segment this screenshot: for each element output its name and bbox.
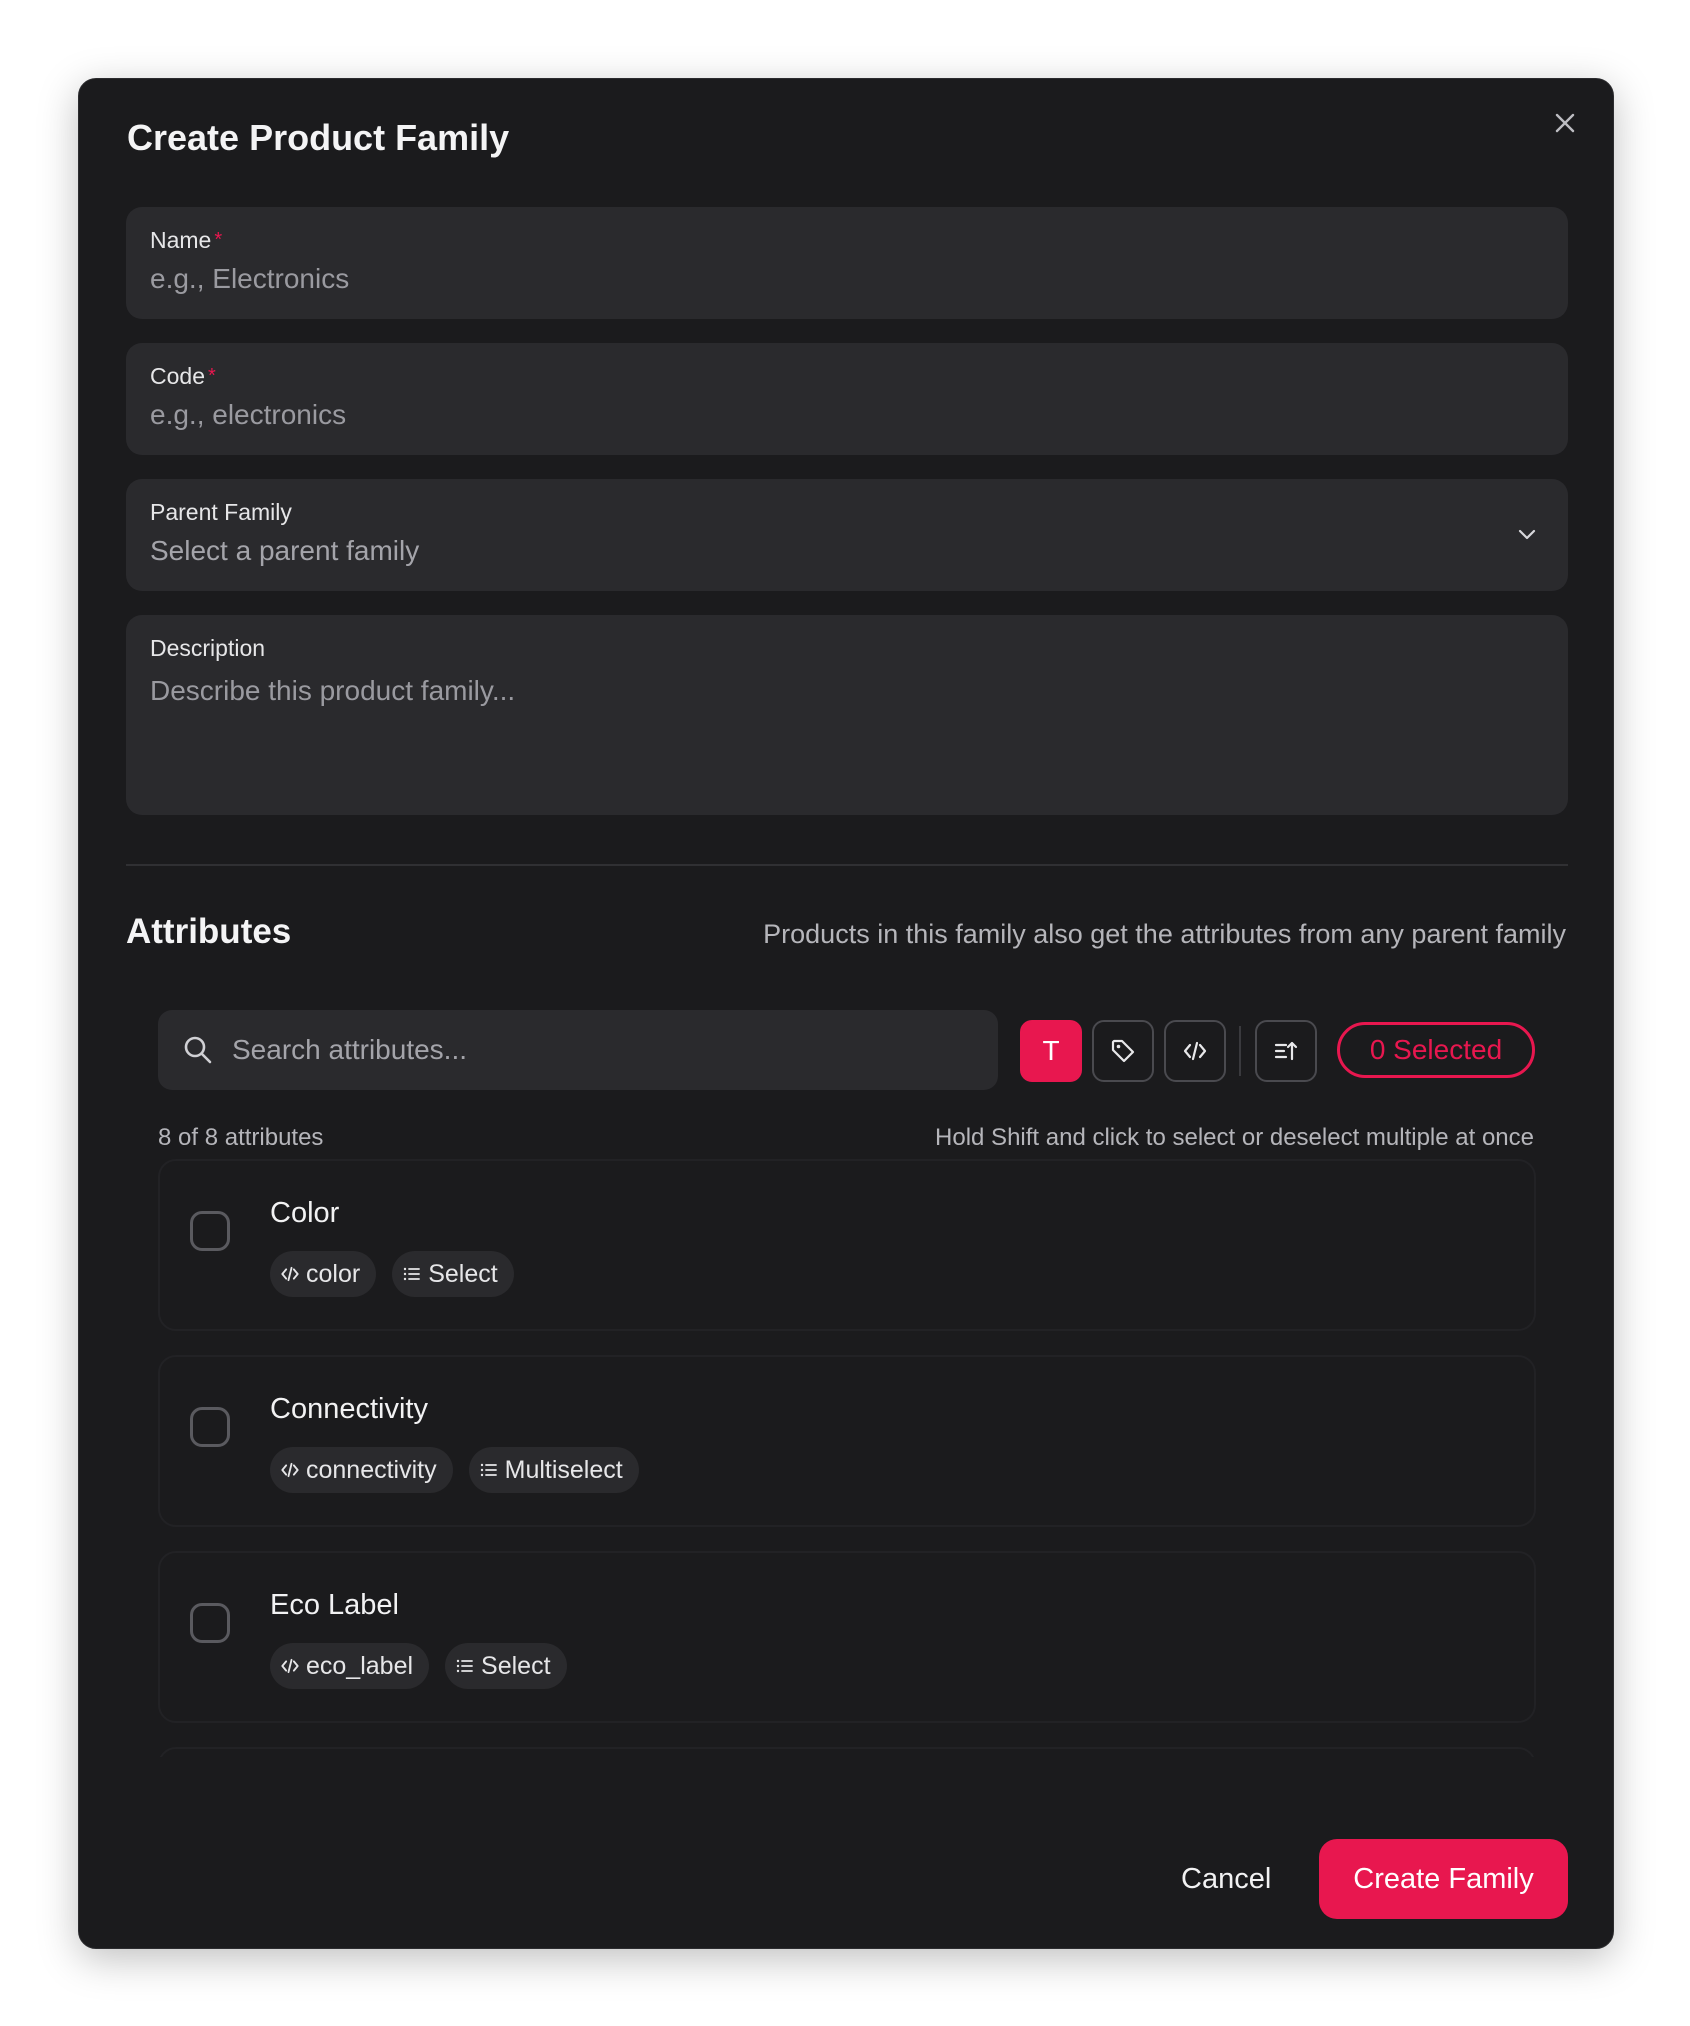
attribute-type-tag: Select — [445, 1643, 567, 1689]
attribute-count: 8 of 8 attributes — [158, 1124, 324, 1151]
attribute-item[interactable]: Color color Select — [158, 1159, 1536, 1331]
parent-family-label: Parent Family — [150, 499, 292, 525]
description-label: Description — [150, 635, 266, 661]
code-label: Code — [150, 363, 205, 389]
attribute-checkbox[interactable] — [190, 1603, 230, 1643]
attribute-name: Eco Label — [270, 1589, 399, 1621]
code-field: Code * — [126, 343, 1568, 455]
section-divider — [126, 864, 1568, 866]
tag-filter-button[interactable] — [1092, 1020, 1154, 1082]
list-icon — [403, 1267, 421, 1281]
close-button[interactable] — [1543, 101, 1587, 145]
tag-icon — [1111, 1039, 1135, 1063]
code-filter-button[interactable] — [1164, 1020, 1226, 1082]
attribute-item[interactable]: Connectivity connectivity Multiselect — [158, 1355, 1536, 1527]
create-product-family-dialog: Create Product Family Name* Code* Parent… — [78, 78, 1614, 1949]
name-label: Name — [150, 227, 212, 253]
code-input[interactable] — [150, 397, 1544, 433]
parent-family-select[interactable]: Parent Family Select a parent family — [126, 479, 1568, 591]
required-marker: * — [207, 365, 216, 387]
list-icon — [480, 1463, 497, 1477]
name-input[interactable] — [150, 261, 1544, 297]
attributes-title: Attributes — [126, 912, 292, 951]
toolbar-separator — [1239, 1026, 1241, 1076]
name-field: Name * — [126, 207, 1568, 319]
attribute-name: Connectivity — [270, 1393, 428, 1425]
attribute-type-tag: Multiselect — [468, 1447, 639, 1493]
search-icon — [184, 1036, 212, 1064]
selected-count-button[interactable]: 0 Selected — [1337, 1022, 1535, 1078]
attributes-hint: Products in this family also get the att… — [763, 919, 1566, 949]
sort-icon — [1274, 1041, 1298, 1061]
attribute-code-tag: color — [270, 1251, 377, 1297]
attribute-type-tag: Select — [392, 1251, 514, 1297]
attribute-checkbox[interactable] — [190, 1211, 230, 1251]
required-marker: * — [214, 229, 223, 251]
attribute-code-tag: eco_label — [270, 1643, 430, 1689]
attribute-list[interactable]: Color color Select Connectivity connecti… — [158, 1159, 1536, 1757]
code-icon — [281, 1462, 299, 1478]
cancel-button[interactable]: Cancel — [1157, 1839, 1295, 1919]
description-field: Description — [126, 615, 1568, 815]
attribute-code-tag: connectivity — [270, 1447, 453, 1493]
code-icon — [1183, 1041, 1207, 1061]
text-icon: T — [1042, 1035, 1060, 1066]
parent-family-placeholder: Select a parent family — [150, 535, 420, 566]
search-input[interactable] — [230, 1033, 998, 1067]
code-icon — [281, 1266, 299, 1282]
dialog-title: Create Product Family — [127, 117, 510, 158]
attribute-item[interactable]: Eco Label eco_label Select — [158, 1551, 1536, 1723]
close-icon — [1555, 113, 1575, 133]
shift-hint: Hold Shift and click to select or desele… — [935, 1124, 1534, 1151]
description-textarea[interactable] — [150, 673, 1544, 769]
code-icon — [281, 1658, 299, 1674]
attribute-item[interactable] — [158, 1747, 1536, 1757]
create-family-button[interactable]: Create Family — [1319, 1839, 1568, 1919]
attribute-name: Color — [270, 1197, 340, 1229]
attribute-search — [158, 1010, 998, 1090]
list-icon — [456, 1659, 473, 1673]
chevron-down-icon — [1518, 529, 1536, 540]
attribute-checkbox[interactable] — [190, 1407, 230, 1447]
sort-button[interactable] — [1255, 1020, 1317, 1082]
text-filter-button[interactable]: T — [1020, 1020, 1082, 1082]
